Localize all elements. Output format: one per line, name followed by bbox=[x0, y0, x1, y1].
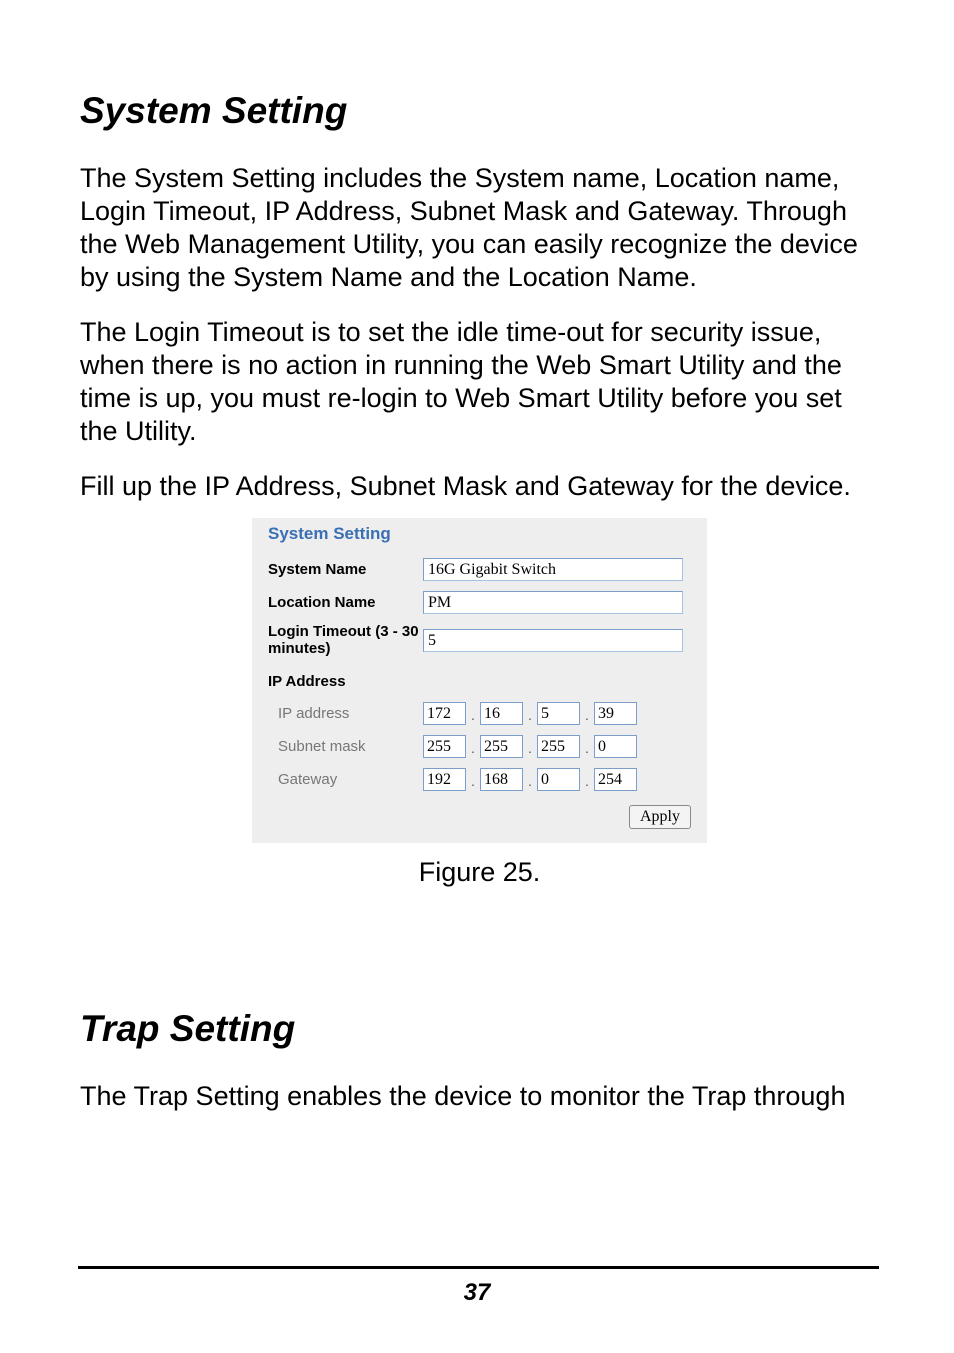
apply-button[interactable]: Apply bbox=[629, 805, 691, 829]
login-timeout-label: Login Timeout (3 - 30 minutes) bbox=[268, 624, 423, 657]
subnet-octet-1[interactable] bbox=[423, 735, 466, 758]
ip-address-label: IP address bbox=[268, 706, 423, 723]
dot-separator: . bbox=[580, 740, 594, 758]
dot-separator: . bbox=[466, 773, 480, 791]
figure-caption: Figure 25. bbox=[80, 857, 879, 888]
dot-separator: . bbox=[523, 707, 537, 725]
location-name-label: Location Name bbox=[268, 595, 423, 612]
subnet-mask-label: Subnet mask bbox=[268, 739, 423, 756]
ip-address-header: IP Address bbox=[268, 673, 691, 690]
dot-separator: . bbox=[523, 740, 537, 758]
trap-setting-heading: Trap Setting bbox=[80, 1008, 879, 1050]
subnet-octet-2[interactable] bbox=[480, 735, 523, 758]
dot-separator: . bbox=[466, 707, 480, 725]
ip-octet-3[interactable] bbox=[537, 702, 580, 725]
ip-octet-1[interactable] bbox=[423, 702, 466, 725]
gateway-octet-4[interactable] bbox=[594, 768, 637, 791]
ip-octet-4[interactable] bbox=[594, 702, 637, 725]
dot-separator: . bbox=[580, 773, 594, 791]
page-number: 37 bbox=[0, 1279, 954, 1307]
login-timeout-input[interactable] bbox=[423, 629, 683, 652]
system-setting-para-2: The Login Timeout is to set the idle tim… bbox=[80, 316, 879, 448]
trap-setting-para-1: The Trap Setting enables the device to m… bbox=[80, 1080, 879, 1113]
dot-separator: . bbox=[523, 773, 537, 791]
location-name-input[interactable] bbox=[423, 591, 683, 614]
footer-divider bbox=[78, 1266, 879, 1269]
gateway-octet-1[interactable] bbox=[423, 768, 466, 791]
system-setting-heading: System Setting bbox=[80, 90, 879, 132]
panel-title: System Setting bbox=[268, 524, 691, 544]
gateway-label: Gateway bbox=[268, 772, 423, 789]
dot-separator: . bbox=[580, 707, 594, 725]
dot-separator: . bbox=[466, 740, 480, 758]
subnet-octet-4[interactable] bbox=[594, 735, 637, 758]
system-name-label: System Name bbox=[268, 562, 423, 579]
ip-octet-2[interactable] bbox=[480, 702, 523, 725]
system-setting-para-3: Fill up the IP Address, Subnet Mask and … bbox=[80, 470, 879, 503]
subnet-octet-3[interactable] bbox=[537, 735, 580, 758]
system-setting-panel: System Setting System Name Location Name… bbox=[252, 518, 707, 843]
gateway-octet-3[interactable] bbox=[537, 768, 580, 791]
system-name-input[interactable] bbox=[423, 558, 683, 581]
system-setting-para-1: The System Setting includes the System n… bbox=[80, 162, 879, 294]
gateway-octet-2[interactable] bbox=[480, 768, 523, 791]
